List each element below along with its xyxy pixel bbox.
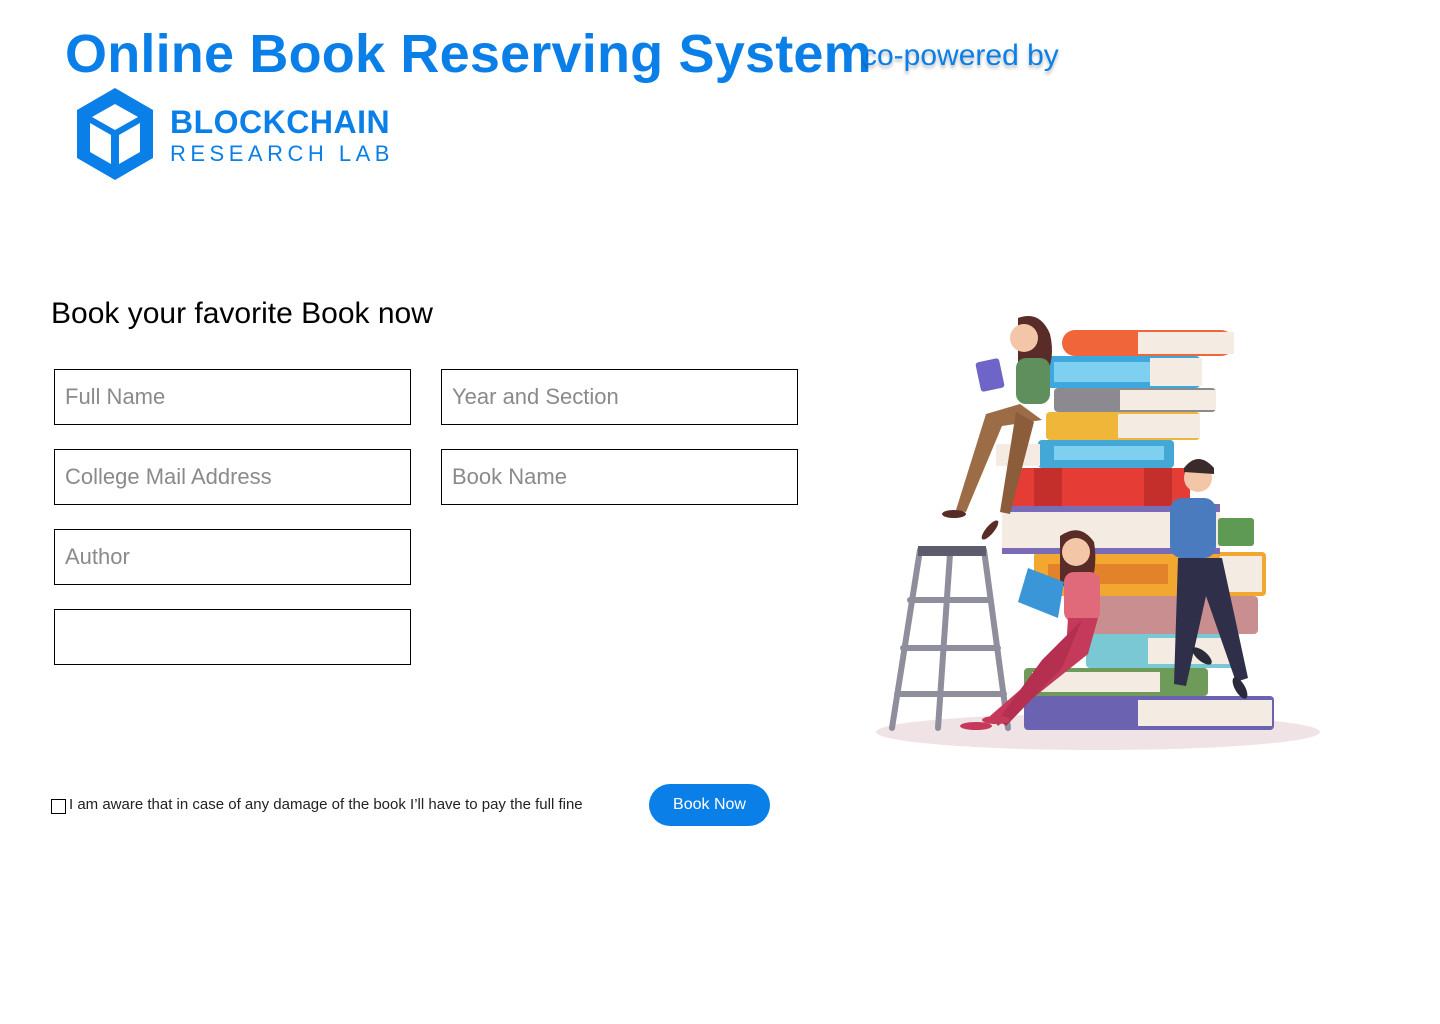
full-name-input[interactable] — [54, 369, 411, 425]
author-input[interactable] — [54, 529, 411, 585]
cube-logo-icon — [77, 88, 153, 180]
year-section-input[interactable] — [441, 369, 798, 425]
logo-text-blockchain: BLOCKCHAIN — [170, 104, 391, 140]
damage-consent-label: I am aware that in case of any damage of… — [69, 796, 583, 813]
blockchain-research-lab-logo: BLOCKCHAIN RESEARCH LAB — [74, 86, 394, 182]
college-mail-input[interactable] — [54, 449, 411, 505]
page-title: Online Book Reserving System — [65, 24, 872, 84]
damage-consent-checkbox[interactable] — [51, 799, 66, 814]
book-now-button[interactable]: Book Now — [649, 784, 770, 826]
co-powered-label: co-powered by — [862, 39, 1059, 72]
book-name-input[interactable] — [441, 449, 798, 505]
reading-people-books-illustration — [876, 316, 1320, 750]
form-heading: Book your favorite Book now — [51, 297, 433, 330]
extra-input[interactable] — [54, 609, 411, 665]
logo-text-research-lab: RESEARCH LAB — [170, 141, 394, 166]
